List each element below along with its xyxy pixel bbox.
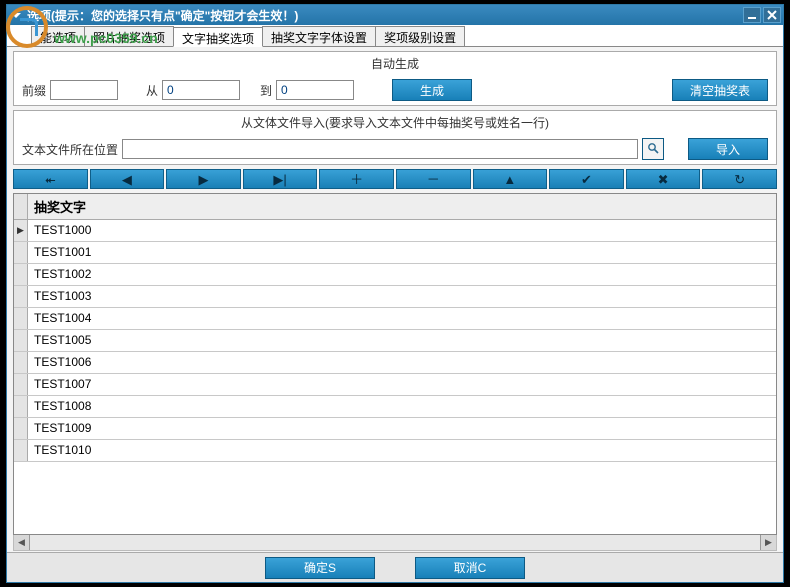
nav-prev-button[interactable]: ◀ bbox=[90, 169, 165, 189]
nav-post-button[interactable]: ✔ bbox=[549, 169, 624, 189]
first-icon: ⯬ bbox=[45, 173, 55, 186]
tab-font-settings[interactable]: 抽奖文字字体设置 bbox=[262, 26, 376, 46]
table-row[interactable]: TEST1007 bbox=[14, 374, 776, 396]
table-row[interactable]: TEST1008 bbox=[14, 396, 776, 418]
nav-edit-button[interactable]: ▲ bbox=[473, 169, 548, 189]
import-button[interactable]: 导入 bbox=[688, 138, 768, 160]
horizontal-scrollbar[interactable]: ◀ ▶ bbox=[13, 535, 777, 551]
lottery-text-cell[interactable]: TEST1001 bbox=[28, 242, 776, 263]
nav-add-button[interactable]: ＋ bbox=[319, 169, 394, 189]
plus-icon: ＋ bbox=[350, 173, 363, 186]
scroll-left-button[interactable]: ◀ bbox=[14, 535, 30, 550]
tab-photo-lottery[interactable]: 照片抽奖选项 bbox=[84, 26, 174, 46]
tab-prize-levels[interactable]: 奖项级别设置 bbox=[375, 26, 465, 46]
table-row[interactable]: TEST1006 bbox=[14, 352, 776, 374]
column-header-lottery-text[interactable]: 抽奖文字 bbox=[28, 194, 776, 219]
row-indicator bbox=[14, 418, 28, 439]
row-indicator bbox=[14, 330, 28, 351]
last-icon: ▶| bbox=[273, 173, 286, 186]
clear-table-button[interactable]: 清空抽奖表 bbox=[672, 79, 768, 101]
search-icon bbox=[647, 142, 659, 157]
file-path-input[interactable] bbox=[122, 139, 638, 159]
nav-refresh-button[interactable]: ↻ bbox=[702, 169, 777, 189]
table-row[interactable]: TEST1010 bbox=[14, 440, 776, 462]
titlebar: 选项(提示：您的选择只有点"确定"按钮才会生效！) bbox=[7, 5, 783, 25]
auto-generate-panel: 自动生成 前缀 从 到 生成 清空抽奖表 bbox=[13, 51, 777, 106]
lottery-text-cell[interactable]: TEST1003 bbox=[28, 286, 776, 307]
lottery-text-cell[interactable]: TEST1000 bbox=[28, 220, 776, 241]
browse-button[interactable] bbox=[642, 138, 664, 160]
nav-last-button[interactable]: ▶| bbox=[243, 169, 318, 189]
lottery-text-cell[interactable]: TEST1005 bbox=[28, 330, 776, 351]
import-title: 从文体文件导入(要求导入文本文件中每抽奖号或姓名一行) bbox=[14, 111, 776, 134]
path-label: 文本文件所在位置 bbox=[22, 141, 118, 158]
table-row[interactable]: TEST1000 bbox=[14, 220, 776, 242]
prefix-input[interactable] bbox=[50, 80, 118, 100]
scroll-right-button[interactable]: ▶ bbox=[760, 535, 776, 550]
generate-button[interactable]: 生成 bbox=[392, 79, 472, 101]
lottery-text-cell[interactable]: TEST1009 bbox=[28, 418, 776, 439]
lottery-text-cell[interactable]: TEST1008 bbox=[28, 396, 776, 417]
lottery-text-cell[interactable]: TEST1004 bbox=[28, 308, 776, 329]
dialog-footer: 确定S 取消C bbox=[7, 552, 783, 582]
table-row[interactable]: TEST1004 bbox=[14, 308, 776, 330]
tab-text-lottery[interactable]: 文字抽奖选项 bbox=[173, 27, 263, 47]
row-indicator bbox=[14, 220, 28, 241]
row-indicator bbox=[14, 374, 28, 395]
row-indicator bbox=[14, 308, 28, 329]
lottery-text-cell[interactable]: TEST1006 bbox=[28, 352, 776, 373]
table-row[interactable]: TEST1002 bbox=[14, 264, 776, 286]
check-icon: ✔ bbox=[581, 173, 592, 186]
prefix-label: 前缀 bbox=[22, 82, 46, 99]
grid-corner bbox=[14, 194, 28, 219]
tab-general[interactable]: 能选项 bbox=[31, 26, 85, 46]
lottery-text-cell[interactable]: TEST1007 bbox=[28, 374, 776, 395]
prev-icon: ◀ bbox=[122, 173, 132, 186]
import-panel: 从文体文件导入(要求导入文本文件中每抽奖号或姓名一行) 文本文件所在位置 导入 bbox=[13, 110, 777, 165]
grid-body[interactable]: TEST1000TEST1001TEST1002TEST1003TEST1004… bbox=[14, 220, 776, 534]
triangle-up-icon: ▲ bbox=[503, 173, 516, 186]
from-input[interactable] bbox=[162, 80, 240, 100]
window-title: 选项(提示：您的选择只有点"确定"按钮才会生效！) bbox=[27, 7, 743, 24]
table-row[interactable]: TEST1005 bbox=[14, 330, 776, 352]
to-input[interactable] bbox=[276, 80, 354, 100]
nav-delete-button[interactable]: － bbox=[396, 169, 471, 189]
auto-generate-title: 自动生成 bbox=[14, 52, 776, 75]
row-indicator bbox=[14, 440, 28, 461]
next-icon: ▶ bbox=[198, 173, 208, 186]
table-row[interactable]: TEST1001 bbox=[14, 242, 776, 264]
row-indicator bbox=[14, 286, 28, 307]
row-indicator bbox=[14, 264, 28, 285]
tab-content: 自动生成 前缀 从 到 生成 清空抽奖表 从文体文件导入(要求导入文本文件中每抽… bbox=[7, 47, 783, 555]
record-nav-toolbar: ⯬ ◀ ▶ ▶| ＋ － ▲ ✔ ✖ ↻ bbox=[13, 169, 777, 189]
nav-next-button[interactable]: ▶ bbox=[166, 169, 241, 189]
minus-icon: － bbox=[427, 173, 440, 186]
options-dialog: 选项(提示：您的选择只有点"确定"按钮才会生效！) 能选项 照片抽奖选项 文字抽… bbox=[6, 4, 784, 583]
cancel-button[interactable]: 取消C bbox=[415, 557, 525, 579]
table-row[interactable]: TEST1009 bbox=[14, 418, 776, 440]
row-indicator bbox=[14, 396, 28, 417]
ok-button[interactable]: 确定S bbox=[265, 557, 375, 579]
lottery-text-cell[interactable]: TEST1002 bbox=[28, 264, 776, 285]
system-menu-icon[interactable] bbox=[9, 8, 23, 22]
grid-header: 抽奖文字 bbox=[14, 194, 776, 220]
nav-first-button[interactable]: ⯬ bbox=[13, 169, 88, 189]
row-indicator bbox=[14, 242, 28, 263]
tab-strip: 能选项 照片抽奖选项 文字抽奖选项 抽奖文字字体设置 奖项级别设置 bbox=[7, 25, 783, 47]
lottery-text-grid: 抽奖文字 TEST1000TEST1001TEST1002TEST1003TES… bbox=[13, 193, 777, 535]
lottery-text-cell[interactable]: TEST1010 bbox=[28, 440, 776, 461]
to-label: 到 bbox=[260, 82, 272, 99]
row-indicator bbox=[14, 352, 28, 373]
from-label: 从 bbox=[146, 82, 158, 99]
table-row[interactable]: TEST1003 bbox=[14, 286, 776, 308]
refresh-icon: ↻ bbox=[734, 173, 745, 186]
x-icon: ✖ bbox=[658, 173, 669, 186]
close-button[interactable] bbox=[763, 7, 781, 23]
nav-cancel-button[interactable]: ✖ bbox=[626, 169, 701, 189]
minimize-button[interactable] bbox=[743, 7, 761, 23]
